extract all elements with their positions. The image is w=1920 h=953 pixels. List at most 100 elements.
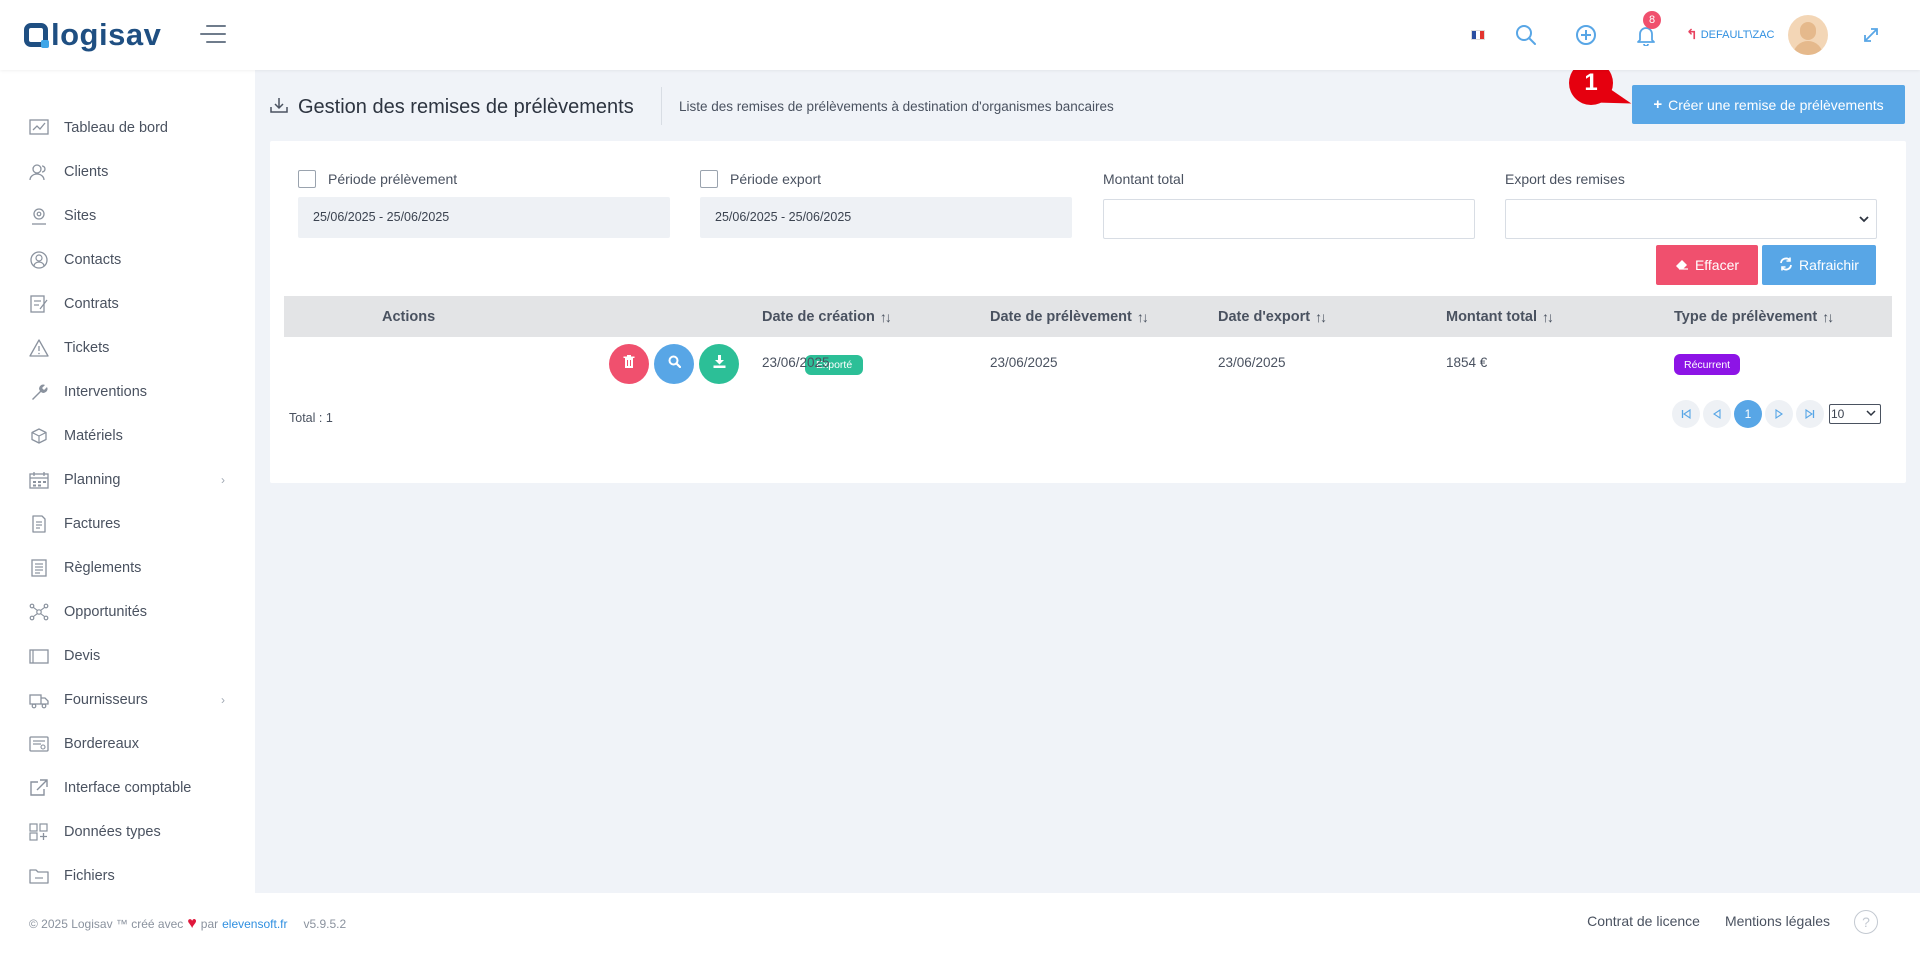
page-button-current[interactable]: 1 <box>1734 400 1762 428</box>
column-actions: Actions <box>382 308 436 325</box>
montant-total-input[interactable] <box>1103 199 1475 239</box>
delete-button[interactable] <box>609 344 649 384</box>
page-size-value: 10 <box>1831 407 1845 421</box>
first-page-button[interactable] <box>1672 400 1700 428</box>
search-icon <box>668 355 681 373</box>
sidebar-item-clients[interactable]: Clients <box>0 150 255 194</box>
contacts-icon <box>29 250 49 270</box>
create-remise-label: Créer une remise de prélèvements <box>1668 96 1884 113</box>
sidebar-item-contacts[interactable]: Contacts <box>0 238 255 282</box>
remises-panel: Période prélèvement 25/06/2025 - 25/06/2… <box>270 141 1906 483</box>
periode-export-label: Période export <box>730 171 822 187</box>
periode-prelevement-input[interactable]: 25/06/2025 - 25/06/2025 <box>298 197 670 238</box>
sidebar-item-sites[interactable]: Sites <box>0 194 255 238</box>
top-bar: logisav 8 ↰ DEFAULT\ZAC <box>0 0 1920 70</box>
calendar-icon <box>29 470 49 490</box>
add-circle-icon[interactable] <box>1571 20 1601 50</box>
export-remises-select[interactable] <box>1505 199 1877 239</box>
sidebar-item-factures[interactable]: Factures <box>0 502 255 546</box>
location-pin-icon <box>29 206 49 226</box>
search-icon[interactable] <box>1511 20 1541 50</box>
page-size-select[interactable]: 10 <box>1829 404 1881 424</box>
company-link[interactable]: elevensoft.fr <box>222 917 287 931</box>
sidebar-item-label: Fichiers <box>64 868 115 884</box>
clear-button[interactable]: Effacer <box>1656 245 1758 285</box>
refresh-button-label: Rafraichir <box>1799 257 1859 273</box>
column-type-prelevement[interactable]: Type de prélèvement ↑↓ <box>1674 296 1834 337</box>
sidebar-item-tableau-de-bord[interactable]: Tableau de bord <box>0 106 255 150</box>
pagination: 1 10 <box>1672 400 1881 428</box>
chevron-right-icon: › <box>221 473 225 487</box>
notification-badge: 8 <box>1643 11 1661 29</box>
sidebar-item-label: Devis <box>64 648 101 664</box>
next-page-button[interactable] <box>1765 400 1793 428</box>
column-date-export[interactable]: Date d'export ↑↓ <box>1218 296 1327 337</box>
column-montant-total[interactable]: Montant total ↑↓ <box>1446 296 1554 337</box>
periode-export-checkbox[interactable] <box>700 170 718 188</box>
menu-toggle-icon[interactable] <box>200 25 226 45</box>
by-text: par <box>200 917 219 931</box>
plus-icon: + <box>1653 96 1663 113</box>
license-link[interactable]: Contrat de licence <box>1587 913 1700 929</box>
view-button[interactable] <box>654 344 694 384</box>
sidebar-item-reglements[interactable]: Règlements <box>0 546 255 590</box>
logo-text: logisav <box>51 17 162 52</box>
sidebar-item-label: Sites <box>64 208 97 224</box>
page-subtitle: Liste des remises de prélèvements à dest… <box>679 99 1114 114</box>
avatar[interactable] <box>1788 15 1828 55</box>
download-button[interactable] <box>699 344 739 384</box>
heart-icon: ♥ <box>187 915 197 932</box>
copyright-text: © 2025 Logisav ™ créé avec <box>29 917 184 931</box>
sidebar-item-tickets[interactable]: Tickets <box>0 326 255 370</box>
filter-montant-total: Montant total <box>1103 169 1475 239</box>
network-icon <box>29 602 49 622</box>
logo[interactable]: logisav <box>24 16 161 54</box>
sidebar-item-label: Planning <box>64 472 121 488</box>
montant-total-label: Montant total <box>1103 171 1184 187</box>
sidebar-item-bordereaux[interactable]: Bordereaux <box>0 722 255 766</box>
french-flag-icon[interactable] <box>1471 30 1485 40</box>
sidebar-item-label: Bordereaux <box>64 736 139 752</box>
version-text: v5.9.5.2 <box>303 917 347 931</box>
sidebar-item-planning[interactable]: Planning › <box>0 458 255 502</box>
user-switch[interactable]: ↰ DEFAULT\ZAC <box>1686 26 1775 43</box>
filter-periode-export: Période export 25/06/2025 - 25/06/2025 <box>700 169 1072 238</box>
sidebar-item-contrats[interactable]: Contrats <box>0 282 255 326</box>
column-date-prelevement[interactable]: Date de prélèvement ↑↓ <box>990 296 1149 337</box>
sidebar-item-materiels[interactable]: Matériels <box>0 414 255 458</box>
sidebar-item-label: Interface comptable <box>64 780 192 796</box>
legal-link[interactable]: Mentions légales <box>1725 913 1830 929</box>
refresh-button[interactable]: Rafraichir <box>1762 245 1876 285</box>
expand-icon[interactable] <box>1856 20 1886 50</box>
sidebar-item-label: Opportunités <box>64 604 148 620</box>
sidebar-item-label: Données types <box>64 824 161 840</box>
sidebar-item-fournisseurs[interactable]: Fournisseurs › <box>0 678 255 722</box>
column-date-creation[interactable]: Date de création ↑↓ <box>762 296 892 337</box>
sidebar-item-interventions[interactable]: Interventions <box>0 370 255 414</box>
users-icon <box>29 162 49 182</box>
last-page-button[interactable] <box>1796 400 1824 428</box>
download-icon <box>270 96 288 119</box>
create-remise-button[interactable]: + Créer une remise de prélèvements <box>1632 85 1905 124</box>
periode-export-input[interactable]: 25/06/2025 - 25/06/2025 <box>700 197 1072 238</box>
sidebar-item-opportunites[interactable]: Opportunités <box>0 590 255 634</box>
sidebar-item-interface-comptable[interactable]: Interface comptable <box>0 766 255 810</box>
sidebar-item-fichiers[interactable]: Fichiers <box>0 854 255 898</box>
sidebar: Tableau de bord Clients Sites Contacts C… <box>0 70 255 893</box>
sidebar-item-devis[interactable]: Devis <box>0 634 255 678</box>
sidebar-item-label: Clients <box>64 164 109 180</box>
chevron-right-icon: › <box>221 693 225 707</box>
external-link-icon <box>29 778 49 798</box>
chart-icon <box>29 118 49 138</box>
chevron-down-icon <box>1865 407 1877 421</box>
sort-icon: ↑↓ <box>1542 308 1554 325</box>
sidebar-item-donnees-types[interactable]: Données types <box>0 810 255 854</box>
sort-icon: ↑↓ <box>1822 308 1834 325</box>
logo-mark-icon <box>24 23 49 48</box>
help-icon[interactable]: ? <box>1854 910 1878 934</box>
prev-page-button[interactable] <box>1703 400 1731 428</box>
periode-prelevement-checkbox[interactable] <box>298 170 316 188</box>
truck-icon <box>29 690 49 710</box>
table-row: Exporté 23/06/2025 23/06/2025 23/06/2025… <box>284 337 1892 393</box>
slip-icon <box>29 734 49 754</box>
